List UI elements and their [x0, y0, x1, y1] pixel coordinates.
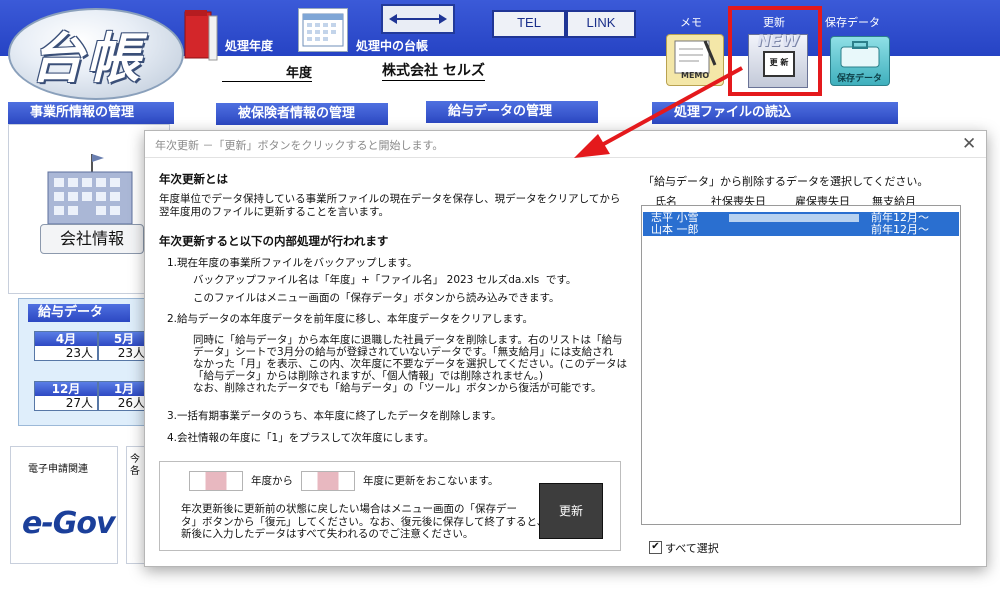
heading-internal-process: 年次更新すると以下の内部処理が行われます [159, 234, 389, 248]
restore-note: 年次更新後に更新前の状態に戻したい場合はメニュー画面の「保存デー タ」ボタンから… [181, 503, 558, 540]
month-count: 23人 [65, 346, 93, 360]
save-data-button[interactable]: 保存データ [830, 36, 890, 86]
description-text: 年度単位でデータ保持している事業所ファイルの現在データを保存し、現データをクリア… [159, 193, 621, 218]
from-year-label: 年度から [251, 475, 293, 487]
month-count: 26人 [117, 396, 145, 410]
book-icon[interactable] [183, 8, 221, 62]
partial-panel-text: 今 各 [130, 454, 140, 477]
month-label: 5月 [99, 332, 149, 346]
step-1-detail-a: バックアップファイル名は「年度」+「ファイル名」 2023 セルズda.xls … [193, 274, 577, 286]
current-ledger-label: 処理中の台帳 [356, 39, 429, 53]
calendar-icon[interactable] [298, 8, 348, 52]
dialog-title: 年次更新 －「更新」ボタンをクリックすると開始します。 [155, 139, 444, 152]
save-data-label: 保存データ [825, 16, 880, 29]
to-year-label: 年度に更新をおこないます。 [363, 475, 499, 487]
year-value: 年度 [222, 62, 312, 82]
step-4: 4.会社情報の年度に「1」をプラスして次年度にします。 [167, 432, 435, 444]
month-count: 23人 [117, 346, 145, 360]
step-1: 1.現在年度の事業所ファイルをバックアップします。 [167, 257, 418, 269]
salary-month-cell[interactable]: 5月 23人 [98, 331, 150, 361]
run-update-button[interactable]: 更新 [539, 483, 603, 539]
month-label: 4月 [35, 332, 97, 346]
salary-month-cell[interactable]: 12月 27人 [34, 381, 98, 411]
egov-label: 電子申請関連 [28, 464, 88, 475]
salary-month-cell[interactable]: 1月 26人 [98, 381, 150, 411]
annual-update-dialog: 年次更新 －「更新」ボタンをクリックすると開始します。 ✕ 年次更新とは 年度単… [144, 130, 987, 567]
company-name: 株式会社 セルズ [382, 60, 485, 81]
to-year-input[interactable] [301, 471, 355, 491]
link-button[interactable]: LINK [566, 10, 636, 38]
row-unpaid: 前年12月～ [871, 223, 929, 236]
memo-label: メモ [680, 16, 702, 29]
redacted-dates [729, 214, 859, 222]
step-1-detail-b: このファイルはメニュー画面の「保存データ」ボタンから読み込みできます。 [193, 292, 560, 304]
month-label: 1月 [99, 382, 149, 396]
close-icon[interactable]: ✕ [962, 134, 976, 154]
save-icon-text: 保存データ [837, 74, 883, 84]
list-instruction: 「給与データ」から削除するデータを選択してください。 [643, 175, 929, 188]
step-2-detail: 同時に「給与データ」から本年度に退職した社員データを削除します。右のリストは「給… [193, 334, 627, 394]
section-insured-info[interactable]: 被保険者情報の管理 [216, 103, 388, 125]
heading-what-is: 年次更新とは [159, 172, 228, 186]
employee-list[interactable]: 志平 小雪 前年12月～ 山本 一郎 前年12月～ [641, 205, 961, 525]
from-year-input[interactable] [189, 471, 243, 491]
app-logo: 台帳 [30, 26, 142, 90]
row-name: 山本 一郎 [651, 223, 699, 236]
resize-arrows-button[interactable] [381, 4, 455, 34]
section-office-info[interactable]: 事業所情報の管理 [8, 102, 174, 124]
list-row-selected[interactable]: 山本 一郎 前年12月～ [643, 224, 959, 236]
month-count: 27人 [65, 396, 93, 410]
salary-month-cell[interactable]: 4月 23人 [34, 331, 98, 361]
double-arrow-icon [389, 14, 447, 24]
company-info-button[interactable]: 会社情報 [40, 224, 144, 254]
egov-logo[interactable]: e-Gov [22, 506, 116, 541]
pointer-arrow-icon [574, 66, 743, 158]
tel-button[interactable]: TEL [492, 10, 566, 38]
processing-year-label: 処理年度 [225, 39, 274, 53]
select-all-label: すべて選択 [665, 542, 719, 555]
select-all-checkbox[interactable]: ✔ [649, 541, 662, 554]
month-label: 12月 [35, 382, 97, 396]
briefcase-icon [840, 41, 880, 68]
salary-panel-title: 給与データ [28, 304, 130, 322]
step-3: 3.一括有期事業データのうち、本年度に終了したデータを削除します。 [167, 410, 502, 422]
step-2: 2.給与データの本年度データを前年度に移し、本年度データをクリアします。 [167, 313, 533, 325]
